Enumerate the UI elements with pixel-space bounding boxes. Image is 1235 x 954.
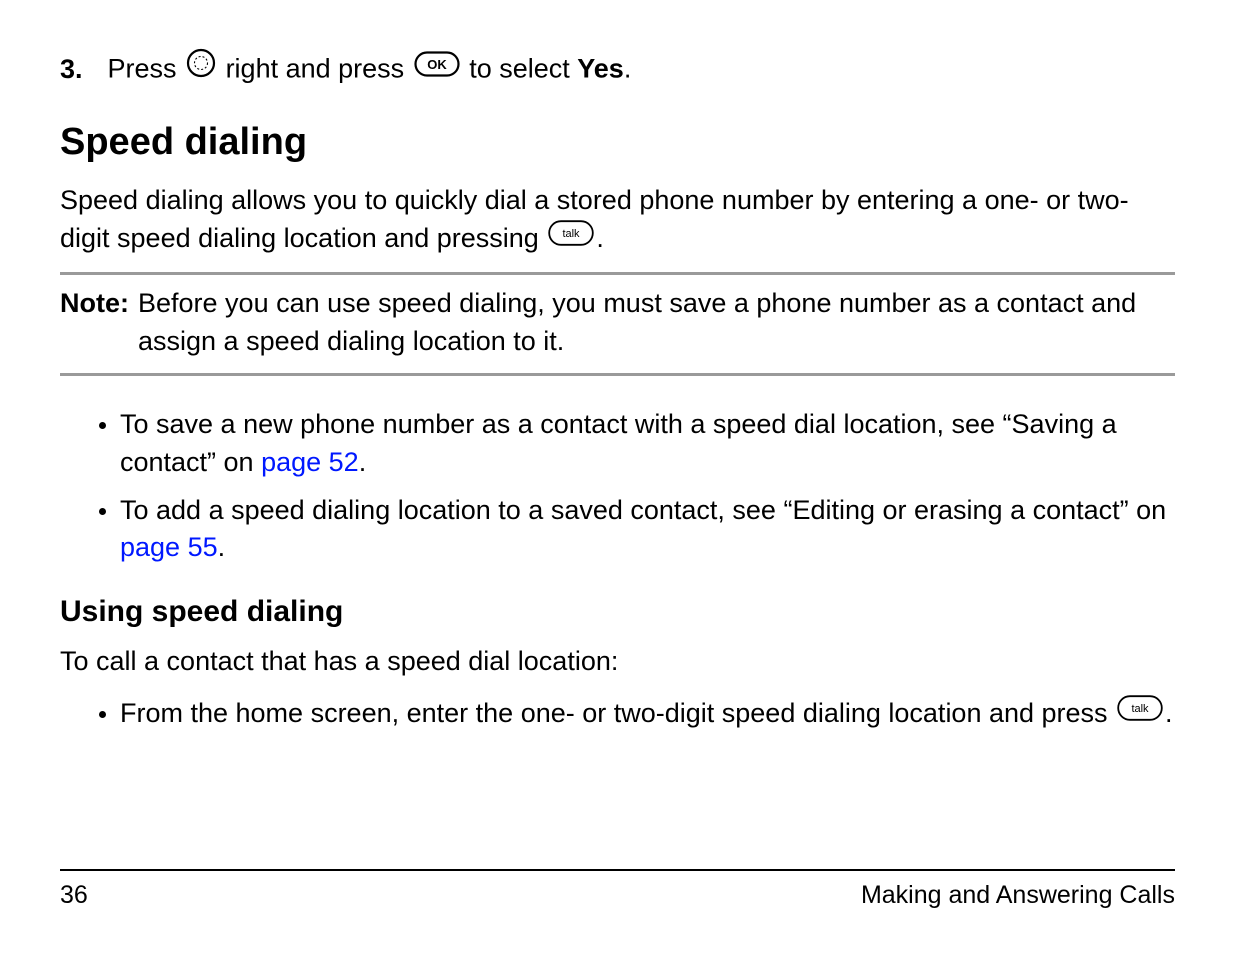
step-text-1: Press	[108, 54, 185, 84]
note-label: Note:	[60, 285, 138, 361]
step-number: 3.	[60, 51, 100, 89]
page-number: 36	[60, 881, 88, 910]
bullet-item: To add a speed dialing location to a sav…	[120, 492, 1175, 568]
bullet-item: From the home screen, enter the one- or …	[120, 695, 1175, 734]
step-period: .	[624, 54, 632, 84]
bullet-pre: To add a speed dialing location to a sav…	[120, 495, 1166, 525]
heading-speed-dialing: Speed dialing	[60, 121, 1175, 164]
svg-text:talk: talk	[563, 228, 581, 240]
step-3: 3. Press right and press OK to select Ye…	[60, 50, 1175, 91]
bullet-post: .	[359, 447, 367, 477]
bullet-pre: From the home screen, enter the one- or …	[120, 698, 1115, 728]
intro-paragraph: Speed dialing allows you to quickly dial…	[60, 182, 1175, 259]
bullet-item: To save a new phone number as a contact …	[120, 406, 1175, 482]
step-text-3: to select	[469, 54, 577, 84]
bullet-list-1: To save a new phone number as a contact …	[60, 406, 1175, 567]
talk-button-icon: talk	[1117, 694, 1163, 732]
heading-using-speed-dialing: Using speed dialing	[60, 595, 1175, 629]
svg-text:OK: OK	[427, 57, 447, 72]
ok-button-icon: OK	[414, 50, 460, 88]
step-yes: Yes	[577, 54, 624, 84]
step-text-2: right and press	[226, 54, 412, 84]
manual-page: 3. Press right and press OK to select Ye…	[0, 0, 1235, 954]
footer-title: Making and Answering Calls	[861, 881, 1175, 910]
page-52-link[interactable]: page 52	[261, 447, 359, 477]
nav-circle-icon	[186, 48, 216, 89]
bullet-post: .	[1165, 698, 1173, 728]
note-box: Note: Before you can use speed dialing, …	[60, 272, 1175, 376]
talk-button-icon: talk	[548, 219, 594, 257]
bullet-list-2: From the home screen, enter the one- or …	[60, 695, 1175, 734]
bullet-post: .	[218, 532, 226, 562]
page-55-link[interactable]: page 55	[120, 532, 218, 562]
svg-text:talk: talk	[1131, 703, 1149, 715]
intro-period: .	[596, 223, 604, 253]
using-intro: To call a contact that has a speed dial …	[60, 643, 1175, 681]
note-text: Before you can use speed dialing, you mu…	[138, 285, 1175, 361]
page-footer: 36 Making and Answering Calls	[60, 869, 1175, 910]
